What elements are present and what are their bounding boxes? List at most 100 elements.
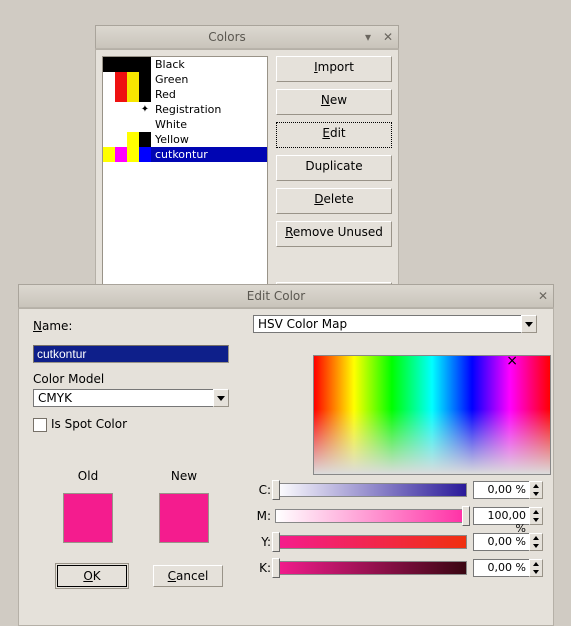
swatch-icon [115, 132, 127, 147]
swatch-icon [115, 57, 127, 72]
swatch-icon [139, 57, 151, 72]
colors-titlebar[interactable]: Colors ▾ ✕ [95, 25, 399, 49]
slider-thumb[interactable] [272, 558, 280, 578]
channel-spinbox[interactable]: 0,00 % [473, 481, 543, 499]
swatch-icon [127, 57, 139, 72]
shade-button[interactable]: ▾ [360, 29, 376, 45]
channel-label: C: [253, 483, 271, 497]
swatch-icon [127, 87, 139, 102]
remove-unused-button[interactable]: Remove Unused [276, 221, 392, 247]
color-name: Registration [151, 103, 221, 116]
name-input[interactable] [33, 345, 229, 363]
new-button[interactable]: New [276, 89, 392, 115]
swatch-icon [127, 147, 139, 162]
old-color-label: Old [63, 469, 113, 483]
spin-down-icon[interactable] [530, 516, 542, 524]
spin-up-icon[interactable] [530, 508, 542, 516]
color-name: Black [151, 58, 185, 71]
color-map-value: HSV Color Map [253, 315, 521, 333]
new-color-label: New [159, 469, 209, 483]
color-model-select[interactable]: CMYK [33, 389, 229, 407]
color-map-select[interactable]: HSV Color Map [253, 315, 537, 333]
channel-slider[interactable] [275, 509, 467, 523]
cmyk-sliders: C: 0,00 % M: 100,00 % Y: 0,00 % K: 0,00 % [253, 481, 543, 585]
dropdown-icon[interactable] [521, 315, 537, 333]
close-button[interactable]: ✕ [380, 29, 396, 45]
channel-value[interactable]: 0,00 % [473, 481, 529, 499]
color-name: cutkontur [151, 148, 208, 161]
color-list-item[interactable]: Red [103, 87, 267, 102]
color-list-item[interactable]: ✦Registration [103, 102, 267, 117]
spin-up-icon[interactable] [530, 482, 542, 490]
swatch-icon [103, 72, 115, 87]
color-name: Yellow [151, 133, 189, 146]
channel-slider[interactable] [275, 561, 467, 575]
edit-color-dialog: Edit Color ✕ Name: HSV Color Map Color M… [18, 284, 554, 626]
slider-thumb[interactable] [462, 506, 470, 526]
color-list-item[interactable]: White [103, 117, 267, 132]
color-list-item[interactable]: cutkontur [103, 147, 267, 162]
channel-slider[interactable] [275, 483, 467, 497]
hsv-color-map[interactable]: × [313, 355, 551, 475]
swatch-icon [103, 132, 115, 147]
edit-titlebar[interactable]: Edit Color ✕ [18, 284, 554, 308]
spin-up-icon[interactable] [530, 560, 542, 568]
spin-up-icon[interactable] [530, 534, 542, 542]
edit-title: Edit Color [19, 289, 533, 303]
delete-button[interactable]: Delete [276, 188, 392, 214]
swatch-icon [103, 117, 115, 132]
color-cursor-icon: × [506, 357, 518, 365]
swatch-icon [103, 147, 115, 162]
slider-thumb[interactable] [272, 480, 280, 500]
swatch-icon [139, 117, 151, 132]
swatch-icon [115, 87, 127, 102]
dropdown-icon[interactable] [213, 389, 229, 407]
spin-down-icon[interactable] [530, 542, 542, 550]
edit-button[interactable]: Edit [276, 122, 392, 148]
channel-spinbox[interactable]: 0,00 % [473, 559, 543, 577]
spin-down-icon[interactable] [530, 568, 542, 576]
spin-down-icon[interactable] [530, 490, 542, 498]
color-name: White [151, 118, 187, 131]
swatch-icon [139, 72, 151, 87]
channel-value[interactable]: 0,00 % [473, 559, 529, 577]
duplicate-button[interactable]: Duplicate [276, 155, 392, 181]
import-button[interactable]: Import [276, 56, 392, 82]
colors-dialog: Colors ▾ ✕ BlackGreenRed✦RegistrationWhi… [95, 25, 399, 315]
swatch-icon [139, 87, 151, 102]
swatch-icon [139, 132, 151, 147]
color-name: Green [151, 73, 188, 86]
channel-value[interactable]: 0,00 % [473, 533, 529, 551]
channel-spinbox[interactable]: 0,00 % [473, 533, 543, 551]
color-list-item[interactable]: Yellow [103, 132, 267, 147]
swatch-icon [103, 87, 115, 102]
swatch-icon [127, 72, 139, 87]
edit-close-button[interactable]: ✕ [535, 288, 551, 304]
color-name: Red [151, 88, 176, 101]
spot-color-label: Is Spot Color [51, 417, 127, 431]
channel-label: Y: [253, 535, 271, 549]
swatch-icon [127, 117, 139, 132]
color-model-label: Color Model [33, 372, 104, 386]
color-list[interactable]: BlackGreenRed✦RegistrationWhiteYellowcut… [102, 56, 268, 302]
color-model-value: CMYK [33, 389, 213, 407]
slider-thumb[interactable] [272, 532, 280, 552]
channel-value[interactable]: 100,00 % [473, 507, 529, 525]
swatch-icon [127, 132, 139, 147]
edit-cancel-button[interactable]: Cancel [153, 565, 223, 587]
old-color-swatch [63, 493, 113, 543]
channel-label: M: [253, 509, 271, 523]
channel-slider[interactable] [275, 535, 467, 549]
colors-title: Colors [96, 30, 358, 44]
color-list-item[interactable]: Black [103, 57, 267, 72]
channel-spinbox[interactable]: 100,00 % [473, 507, 543, 525]
swatch-icon [115, 72, 127, 87]
channel-label: K: [253, 561, 271, 575]
swatch-icon [115, 147, 127, 162]
color-list-item[interactable]: Green [103, 72, 267, 87]
spot-color-checkbox[interactable]: Is Spot Color [33, 417, 127, 432]
swatch-icon [103, 57, 115, 72]
name-label: Name: [33, 319, 72, 333]
edit-ok-button[interactable]: OK [57, 565, 127, 587]
registration-icon: ✦ [139, 102, 151, 117]
